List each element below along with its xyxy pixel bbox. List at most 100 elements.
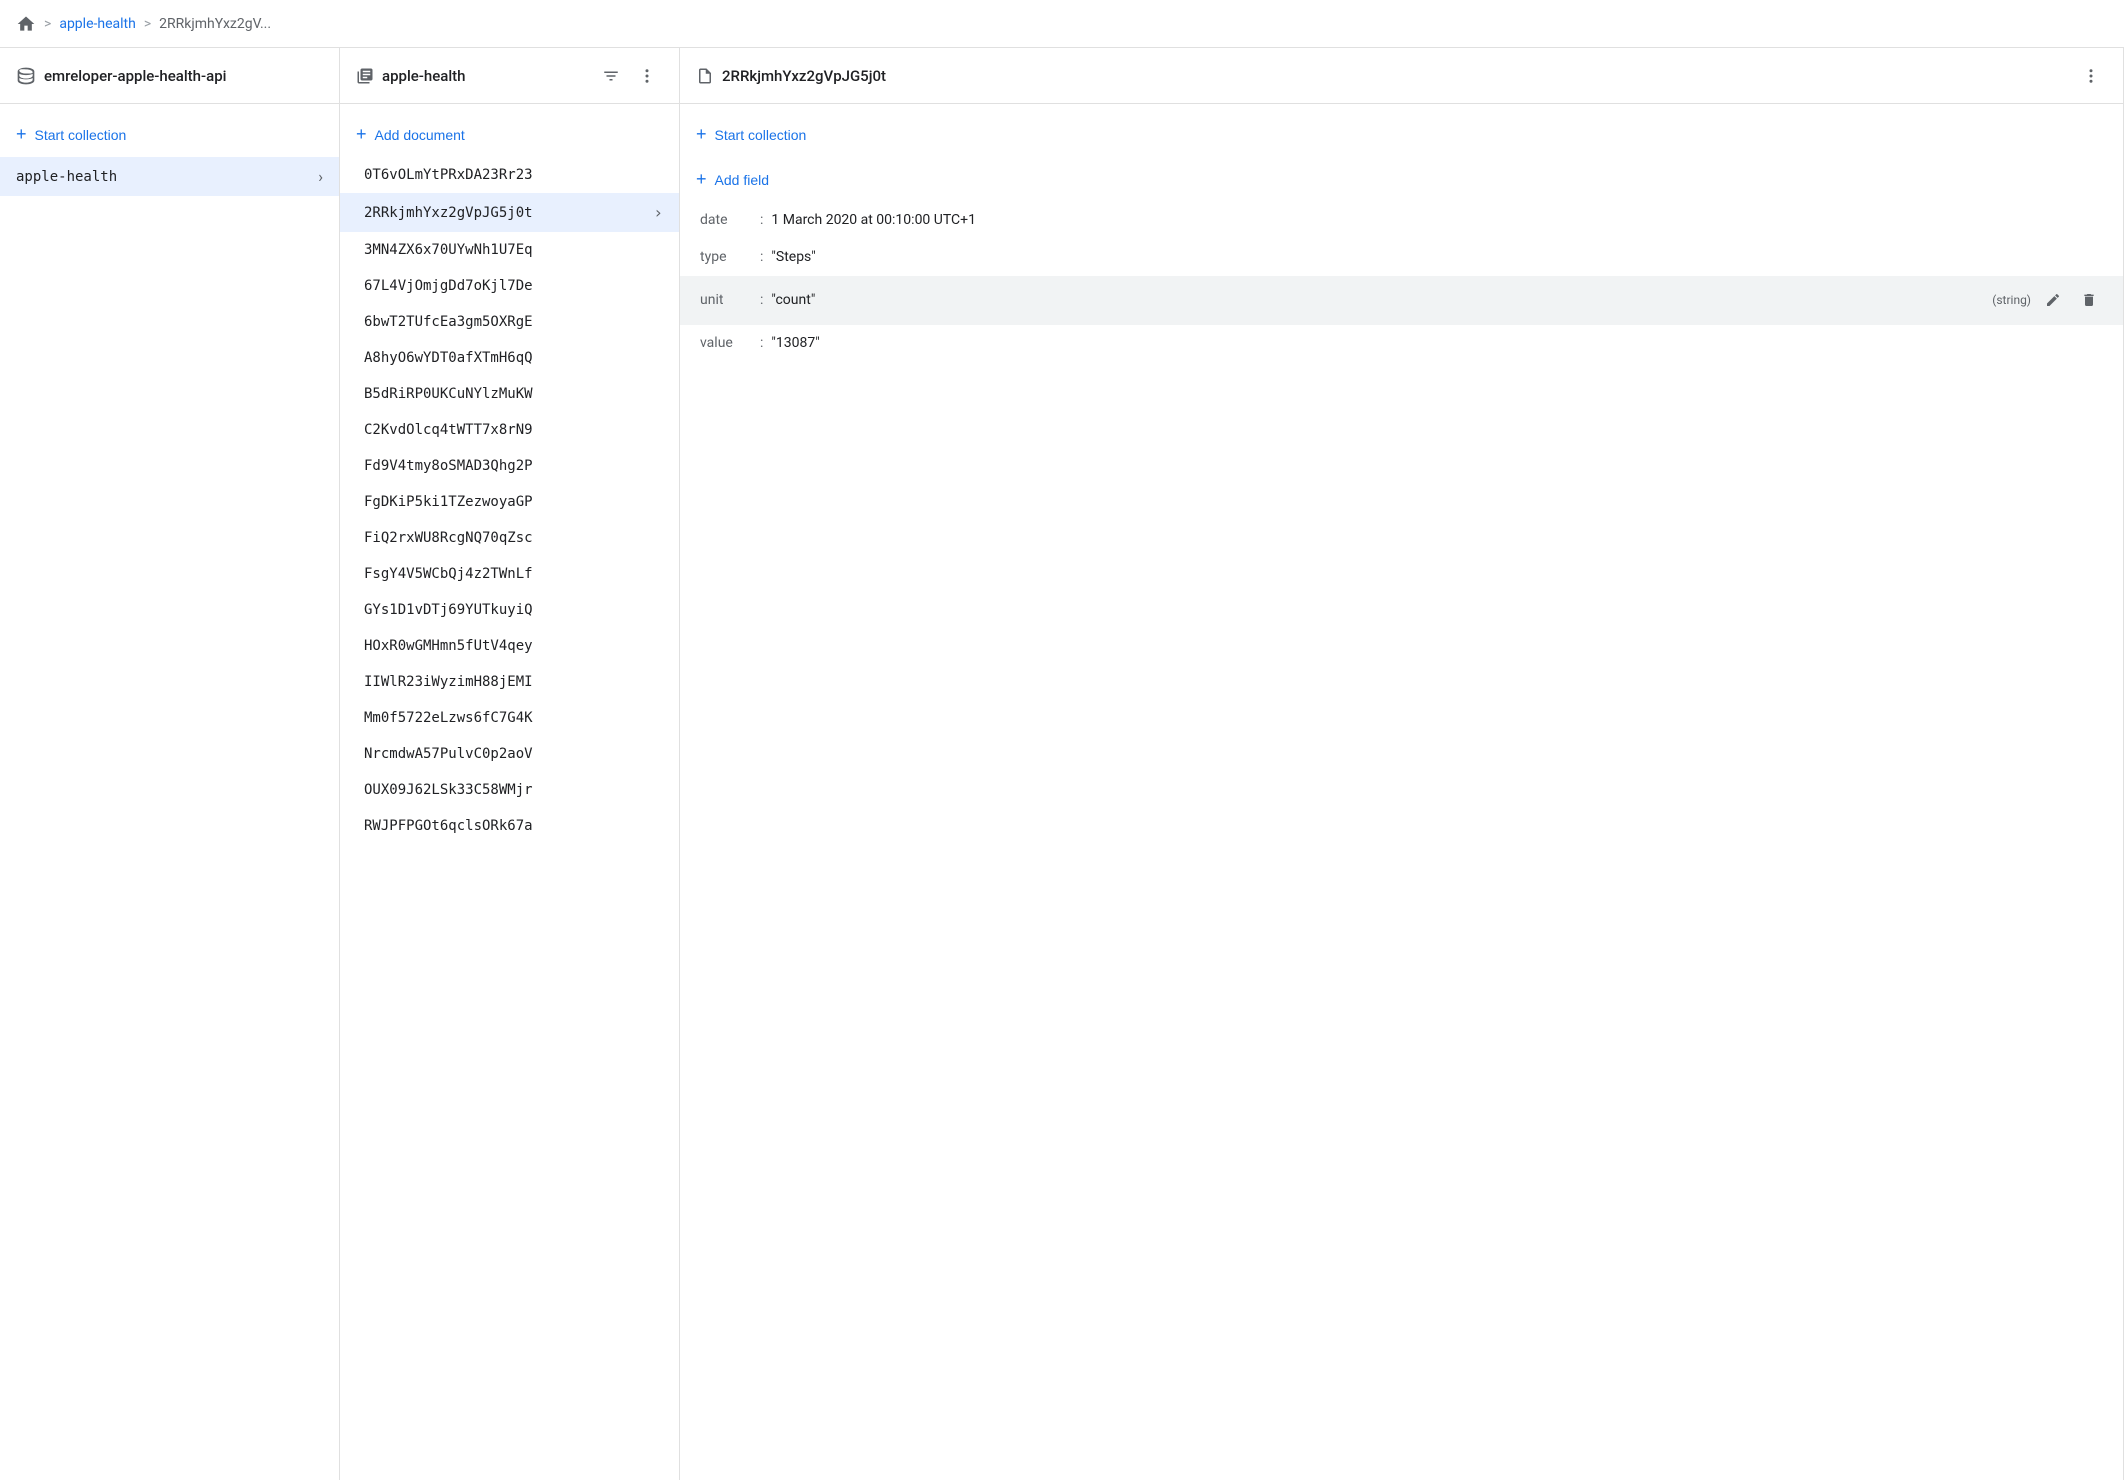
document-list-item[interactable]: RWJPFPGOt6qclsORk67a xyxy=(340,808,679,844)
edit-field-button[interactable] xyxy=(2039,286,2067,314)
collection-item-apple-health[interactable]: apple-health › xyxy=(0,157,339,196)
field-key: value xyxy=(700,335,760,351)
field-colon: : xyxy=(760,292,763,308)
start-collection-button[interactable]: + Start collection xyxy=(0,112,339,157)
field-key: date xyxy=(700,212,760,228)
field-row: date:1 March 2020 at 00:10:00 UTC+1 xyxy=(680,202,2123,239)
field-key: type xyxy=(700,249,760,265)
right-panel-actions xyxy=(2075,60,2107,92)
start-collection-right-button[interactable]: + Start collection xyxy=(680,112,2123,157)
document-list-item[interactable]: NrcmdwA57PulvC0p2aoV xyxy=(340,736,679,772)
middle-panel: apple-health + Add document 0T6vOLmYtPRx… xyxy=(340,48,680,1480)
plus-icon-left: + xyxy=(16,124,27,145)
document-list: 0T6vOLmYtPRxDA23Rr23 2RRkjmhYxz2gVpJG5j0t… xyxy=(340,157,679,844)
document-list-item[interactable]: B5dRiRP0UKCuNYlzMuKW xyxy=(340,376,679,412)
middle-panel-body: + Add document 0T6vOLmYtPRxDA23Rr23 2RRkj… xyxy=(340,104,679,1480)
middle-panel-header: apple-health xyxy=(340,48,679,104)
right-panel-header: 2RRkjmhYxz2gVpJG5j0t xyxy=(680,48,2123,104)
document-list-item[interactable]: HOxR0wGMHmn5fUtV4qey xyxy=(340,628,679,664)
document-id-label: 3MN4ZX6x70UYwNh1U7Eq xyxy=(364,242,663,258)
document-id-label: NrcmdwA57PulvC0p2aoV xyxy=(364,746,663,762)
document-id-label: C2KvdOlcq4tWTT7x8rN9 xyxy=(364,422,663,438)
document-id-label: RWJPFPGOt6qclsORk67a xyxy=(364,818,663,834)
document-id-label: 2RRkjmhYxz2gVpJG5j0t xyxy=(364,205,653,221)
field-colon: : xyxy=(760,212,763,228)
document-list-item[interactable]: Fd9V4tmy8oSMAD3Qhg2P xyxy=(340,448,679,484)
document-list-item[interactable]: FiQ2rxWU8RcgNQ70qZsc xyxy=(340,520,679,556)
document-list-item[interactable]: 67L4VjOmjgDd7oKjl7De xyxy=(340,268,679,304)
document-id-label: Mm0f5722eLzws6fC7G4K xyxy=(364,710,663,726)
field-value: 1 March 2020 at 00:10:00 UTC+1 xyxy=(771,212,976,228)
field-colon: : xyxy=(760,335,763,351)
filter-icon-button[interactable] xyxy=(595,60,627,92)
document-icon xyxy=(696,67,714,85)
start-collection-label: Start collection xyxy=(35,127,127,143)
document-list-item[interactable]: OUX09J62LSk33C58WMjr xyxy=(340,772,679,808)
field-row: type: "Steps" xyxy=(680,239,2123,276)
field-type-badge: (string) xyxy=(1992,293,2031,307)
document-id-label: FsgY4V5WCbQj4z2TWnLf xyxy=(364,566,663,582)
document-id-label: OUX09J62LSk33C58WMjr xyxy=(364,782,663,798)
breadcrumb-sep-1: > xyxy=(44,16,51,32)
document-id-label: FgDKiP5ki1TZezwoyaGP xyxy=(364,494,663,510)
start-collection-right-label: Start collection xyxy=(715,127,807,143)
chevron-right-icon: › xyxy=(318,167,323,186)
document-list-item[interactable]: Mm0f5722eLzws6fC7G4K xyxy=(340,700,679,736)
document-id-label: 6bwT2TUfcEa3gm5OXRgE xyxy=(364,314,663,330)
left-panel: emreloper-apple-health-api + Start colle… xyxy=(0,48,340,1480)
field-row: unit: "count" (string) xyxy=(680,276,2123,325)
document-id-label: Fd9V4tmy8oSMAD3Qhg2P xyxy=(364,458,663,474)
more-options-right-button[interactable] xyxy=(2075,60,2107,92)
database-icon xyxy=(16,66,36,86)
field-key: unit xyxy=(700,292,760,308)
document-list-item[interactable]: 2RRkjmhYxz2gVpJG5j0t› xyxy=(340,193,679,232)
field-value: "count" xyxy=(771,292,815,308)
more-options-middle-button[interactable] xyxy=(631,60,663,92)
add-field-label: Add field xyxy=(715,172,769,188)
document-list-item[interactable]: FsgY4V5WCbQj4z2TWnLf xyxy=(340,556,679,592)
field-value: "13087" xyxy=(771,335,819,351)
middle-panel-actions xyxy=(595,60,663,92)
right-panel-title: 2RRkjmhYxz2gVpJG5j0t xyxy=(722,67,2067,85)
breadcrumb-bar: > apple-health > 2RRkjmhYxz2gV... xyxy=(0,0,2124,48)
collection-icon xyxy=(356,67,374,85)
document-id-label: GYs1D1vDTj69YUTkuyiQ xyxy=(364,602,663,618)
document-list-item[interactable]: 0T6vOLmYtPRxDA23Rr23 xyxy=(340,157,679,193)
document-id-label: 67L4VjOmjgDd7oKjl7De xyxy=(364,278,663,294)
plus-icon-middle: + xyxy=(356,124,367,145)
left-panel-header: emreloper-apple-health-api xyxy=(0,48,339,104)
field-colon: : xyxy=(760,249,763,265)
right-panel-body: + Start collection + Add field date:1 Ma… xyxy=(680,104,2123,1480)
field-value: "Steps" xyxy=(771,249,815,265)
left-panel-body: + Start collection apple-health › xyxy=(0,104,339,1480)
add-document-button[interactable]: + Add document xyxy=(340,112,679,157)
right-panel: 2RRkjmhYxz2gVpJG5j0t + Start collection … xyxy=(680,48,2124,1480)
document-id-label: A8hyO6wYDT0afXTmH6qQ xyxy=(364,350,663,366)
chevron-right-icon: › xyxy=(653,203,663,222)
plus-icon-right-field: + xyxy=(696,169,707,190)
field-row: value: "13087" xyxy=(680,325,2123,362)
document-id-label: HOxR0wGMHmn5fUtV4qey xyxy=(364,638,663,654)
add-document-label: Add document xyxy=(375,127,465,143)
document-list-item[interactable]: A8hyO6wYDT0afXTmH6qQ xyxy=(340,340,679,376)
add-field-button[interactable]: + Add field xyxy=(680,157,2123,202)
document-list-item[interactable]: 6bwT2TUfcEa3gm5OXRgE xyxy=(340,304,679,340)
document-id-label: B5dRiRP0UKCuNYlzMuKW xyxy=(364,386,663,402)
field-list: date:1 March 2020 at 00:10:00 UTC+1type:… xyxy=(680,202,2123,362)
delete-field-button[interactable] xyxy=(2075,286,2103,314)
breadcrumb-link-1[interactable]: apple-health xyxy=(59,16,135,32)
breadcrumb-current: 2RRkjmhYxz2gV... xyxy=(159,16,271,32)
plus-icon-right-collection: + xyxy=(696,124,707,145)
breadcrumb-sep-2: > xyxy=(144,16,151,32)
document-list-item[interactable]: C2KvdOlcq4tWTT7x8rN9 xyxy=(340,412,679,448)
document-id-label: 0T6vOLmYtPRxDA23Rr23 xyxy=(364,167,663,183)
home-icon[interactable] xyxy=(16,14,36,34)
document-list-item[interactable]: 3MN4ZX6x70UYwNh1U7Eq xyxy=(340,232,679,268)
document-list-item[interactable]: GYs1D1vDTj69YUTkuyiQ xyxy=(340,592,679,628)
left-panel-title: emreloper-apple-health-api xyxy=(44,67,323,85)
document-id-label: IIWlR23iWyzimH88jEMI xyxy=(364,674,663,690)
field-actions: (string) xyxy=(1992,286,2103,314)
document-list-item[interactable]: FgDKiP5ki1TZezwoyaGP xyxy=(340,484,679,520)
document-id-label: FiQ2rxWU8RcgNQ70qZsc xyxy=(364,530,663,546)
document-list-item[interactable]: IIWlR23iWyzimH88jEMI xyxy=(340,664,679,700)
